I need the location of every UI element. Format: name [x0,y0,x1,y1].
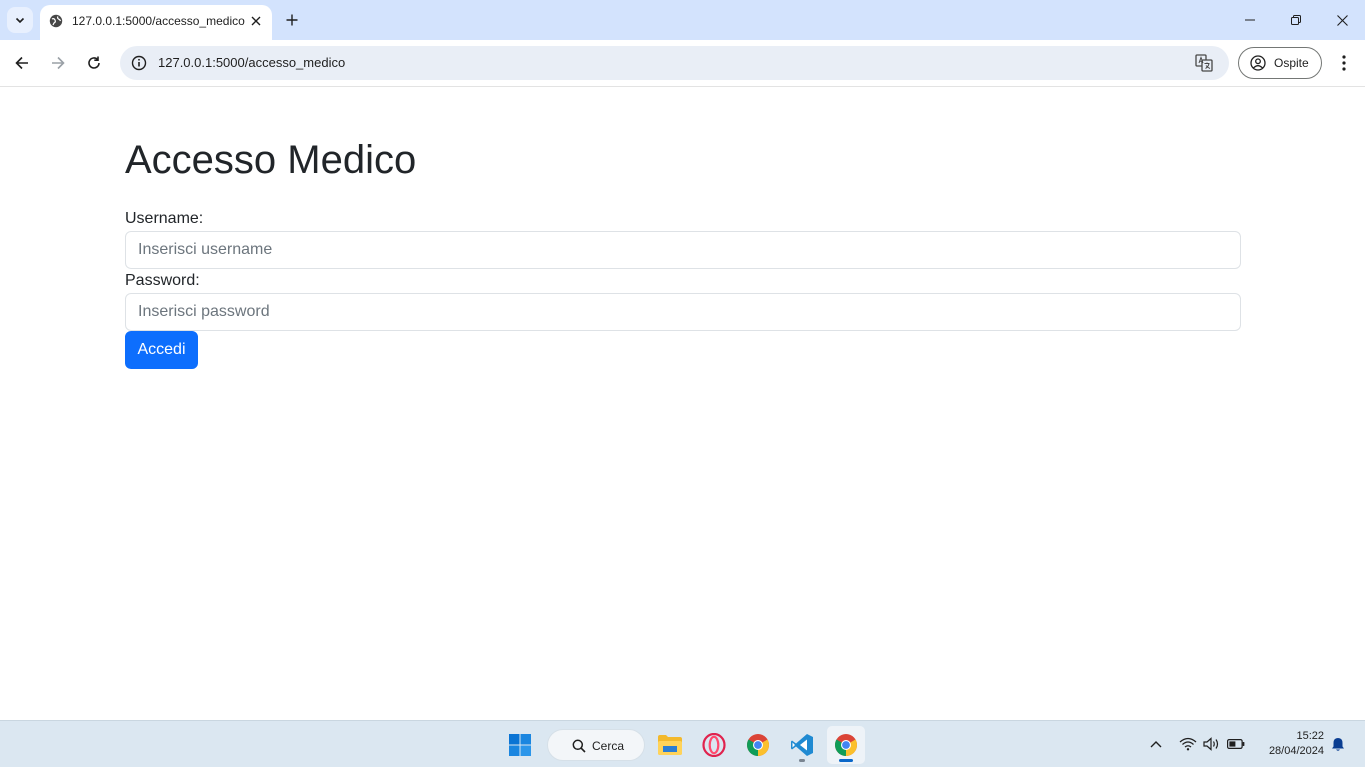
forward-button[interactable] [44,49,72,77]
login-button[interactable]: Accedi [125,331,198,369]
more-vertical-icon [1342,55,1346,71]
username-label: Username: [125,210,204,227]
back-button[interactable] [8,49,36,77]
chrome-active-icon [835,734,857,756]
opera-icon [702,733,726,757]
taskbar-chrome[interactable] [739,726,777,764]
start-button[interactable] [501,726,539,764]
close-icon [251,16,261,26]
running-indicator [799,759,805,762]
tab-search-button[interactable] [7,7,33,33]
password-label: Password: [125,272,200,289]
close-window-button[interactable] [1319,0,1365,40]
taskbar-clock[interactable]: 15:22 28/04/2024 [1252,729,1324,759]
globe-icon [49,14,63,28]
page-content: Accesso Medico Username: Password: Acced… [0,88,1365,720]
restore-button[interactable] [1273,0,1319,40]
tab-close-button[interactable] [247,12,265,30]
wifi-icon [1179,737,1197,751]
close-icon [1336,14,1348,26]
username-input[interactable] [125,231,1241,269]
profile-label: Ospite [1274,56,1309,70]
arrow-left-icon [15,56,28,70]
browser-toolbar: 127.0.0.1:5000/accesso_medico Ospite [0,40,1365,87]
translate-button[interactable] [1193,52,1215,74]
speaker-icon [1203,737,1219,751]
reload-button[interactable] [80,49,108,77]
battery-icon [1227,739,1245,750]
site-info-button[interactable] [128,52,150,74]
restore-icon [1291,15,1301,25]
url-text: 127.0.0.1:5000/accesso_medico [158,55,346,70]
arrow-right-icon [52,56,65,70]
taskbar-search[interactable]: Cerca [547,729,645,761]
guest-profile-icon [1250,55,1266,71]
taskbar-opera[interactable] [695,726,733,764]
tab-title: 127.0.0.1:5000/accesso_medico [72,14,245,28]
chrome-icon [747,734,769,756]
profile-button[interactable]: Ospite [1238,47,1322,79]
page-title: Accesso Medico [125,138,417,182]
chevron-up-icon [1150,741,1162,748]
clock-time: 15:22 [1296,730,1324,742]
chevron-down-icon [15,17,25,24]
windows-start-icon [509,734,531,756]
taskbar-vscode[interactable] [783,726,821,764]
search-icon [572,739,586,753]
folder-icon [658,735,682,755]
show-hidden-icons-button[interactable] [1147,735,1165,753]
address-bar[interactable]: 127.0.0.1:5000/accesso_medico [120,46,1229,80]
info-icon [131,55,147,71]
battery-status[interactable] [1227,735,1245,753]
new-tab-button[interactable] [281,9,303,31]
tab-strip: 127.0.0.1:5000/accesso_medico [0,0,1365,40]
browser-menu-button[interactable] [1332,50,1356,76]
minimize-button[interactable] [1227,0,1273,40]
bell-icon [1332,737,1344,751]
browser-tab[interactable]: 127.0.0.1:5000/accesso_medico [40,5,272,40]
notifications-button[interactable] [1329,735,1347,753]
reload-icon [88,56,100,69]
minimize-icon [1245,19,1255,21]
vscode-icon [791,734,813,756]
taskbar-chrome-active[interactable] [827,726,865,764]
active-indicator [839,759,853,762]
search-label: Cerca [592,739,625,753]
wifi-status[interactable] [1179,735,1197,753]
taskbar: Cerca 15:22 28/04/2024 [0,720,1365,767]
volume-status[interactable] [1203,735,1221,753]
password-input[interactable] [125,293,1241,331]
taskbar-file-explorer[interactable] [651,726,689,764]
translate-icon [1195,54,1213,72]
plus-icon [286,14,298,26]
clock-date: 28/04/2024 [1268,745,1324,757]
